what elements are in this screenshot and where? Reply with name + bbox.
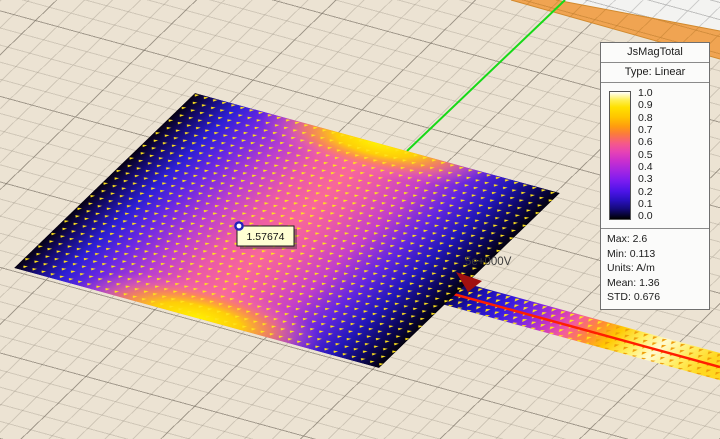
legend-stats: Max: 2.6 Min: 0.113 Units: A/m Mean: 1.3…	[601, 229, 709, 309]
legend-title: JsMagTotal	[601, 43, 709, 63]
colorbar-ticks: 1.0 0.9 0.8 0.7 0.6 0.5 0.4 0.3 0.2 0.1 …	[638, 88, 653, 222]
probe-value: 1.57674	[247, 231, 285, 243]
colorbar-tick: 0.6	[638, 137, 653, 148]
colorbar-tick: 0.3	[638, 174, 653, 185]
colorbar-tick: 0.0	[638, 211, 653, 222]
y-axis-line	[407, 0, 565, 151]
simulation-viewport[interactable]: 5e+000V 1.57674 JsMagTotal Type: Linear …	[0, 0, 720, 439]
stat-units: Units: A/m	[607, 263, 703, 274]
colorbar-tick: 0.8	[638, 113, 653, 124]
color-scale-legend[interactable]: JsMagTotal Type: Linear 1.0 0.9 0.8 0.7 …	[600, 42, 710, 310]
colorbar-tick: 0.2	[638, 187, 653, 198]
colorbar-tick: 0.1	[638, 199, 653, 210]
colorbar-tick: 0.5	[638, 150, 653, 161]
boundary-band-top-edge	[556, 0, 720, 31]
stat-max: Max: 2.6	[607, 234, 703, 245]
legend-colorbar-section: 1.0 0.9 0.8 0.7 0.6 0.5 0.4 0.3 0.2 0.1 …	[601, 83, 709, 229]
colorbar-tick: 0.9	[638, 100, 653, 111]
probe-marker[interactable]	[235, 222, 242, 229]
legend-scale-type: Type: Linear	[601, 63, 709, 83]
port-voltage-label: 5e+000V	[465, 256, 512, 268]
probe-tooltip: 1.57674	[237, 226, 297, 249]
stat-std: STD: 0.676	[607, 292, 703, 303]
colorbar-tick: 1.0	[638, 88, 653, 99]
colorbar-gradient	[609, 91, 631, 220]
stat-mean: Mean: 1.36	[607, 278, 703, 289]
colorbar-tick: 0.4	[638, 162, 653, 173]
colorbar-tick: 0.7	[638, 125, 653, 136]
stat-min: Min: 0.113	[607, 249, 703, 260]
